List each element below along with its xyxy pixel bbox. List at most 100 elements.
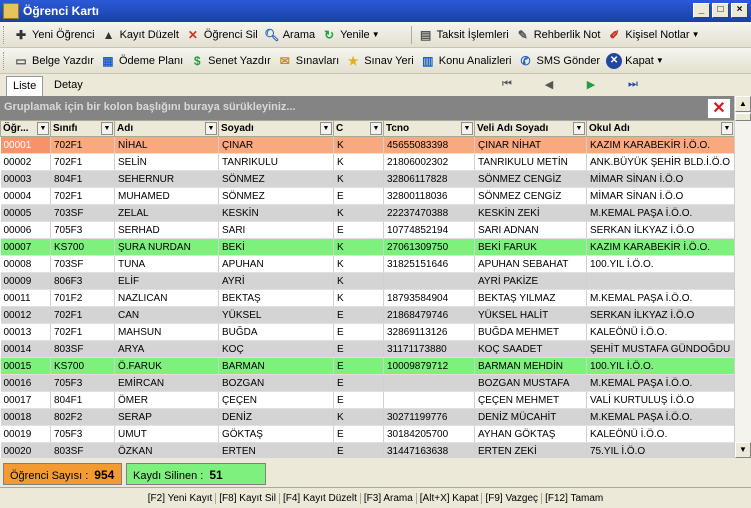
table-cell-veli[interactable]: ÇEÇEN MEHMET bbox=[474, 391, 587, 409]
tab-list[interactable]: Liste bbox=[6, 76, 44, 96]
table-cell-id[interactable]: 00017 bbox=[0, 391, 51, 409]
table-cell-veli[interactable]: SARI ADNAN bbox=[474, 221, 587, 239]
table-cell-sinif[interactable]: 804F1 bbox=[50, 170, 115, 188]
edit-record-button[interactable]: ▲ Kayıt Düzelt bbox=[98, 24, 182, 46]
table-cell-okul[interactable]: KALEÖNÜ İ.Ö.O. bbox=[586, 323, 734, 341]
table-row[interactable]: 00004 702F1 MUHAMED SÖNMEZ E 32800118036 SÖNME… bbox=[0, 187, 734, 205]
installments-button[interactable]: ▤ Taksit İşlemleri bbox=[415, 24, 512, 46]
chevron-down-icon[interactable]: ▼ bbox=[461, 122, 473, 135]
table-cell-sinif[interactable]: 702F1 bbox=[50, 323, 115, 341]
table-cell-sinif[interactable]: 705F3 bbox=[50, 425, 115, 443]
table-cell-id[interactable]: 00011 bbox=[0, 289, 51, 307]
scroll-up-button[interactable]: ▲ bbox=[735, 96, 751, 112]
table-cell-veli[interactable]: SÖNMEZ CENGİZ bbox=[474, 187, 587, 205]
table-cell-tc[interactable]: 30184205700 bbox=[383, 425, 475, 443]
table-cell-ad[interactable]: ZELAL bbox=[114, 204, 219, 222]
table-cell-sinif[interactable]: 803SF bbox=[50, 340, 115, 358]
table-cell-id[interactable]: 00009 bbox=[0, 272, 51, 290]
table-row[interactable]: 00019 705F3 UMUT GÖKTAŞ E 30184205700 AYHAN GÖ… bbox=[0, 425, 734, 443]
col-header-school[interactable]: Okul Adı ▼ bbox=[586, 120, 734, 137]
table-cell-c[interactable]: E bbox=[333, 340, 384, 358]
prev-record-button[interactable]: ◀ bbox=[528, 75, 570, 94]
table-cell-soyad[interactable]: ERTEN bbox=[218, 442, 334, 458]
table-cell-id[interactable]: 00014 bbox=[0, 340, 51, 358]
table-cell-soyad[interactable]: SÖNMEZ bbox=[218, 170, 334, 188]
table-cell-okul[interactable]: VALİ KURTULUŞ İ.Ö.O bbox=[586, 391, 734, 409]
table-cell-tc[interactable]: 21806002302 bbox=[383, 153, 475, 171]
table-cell-id[interactable]: 00016 bbox=[0, 374, 51, 392]
table-cell-id[interactable]: 00001 bbox=[0, 136, 51, 154]
table-cell-veli[interactable]: BUĞDA MEHMET bbox=[474, 323, 587, 341]
table-cell-ad[interactable]: ARYA bbox=[114, 340, 219, 358]
table-cell-ad[interactable]: Ö.FARUK bbox=[114, 357, 219, 375]
table-cell-id[interactable]: 00013 bbox=[0, 323, 51, 341]
table-cell-soyad[interactable]: KESKİN bbox=[218, 204, 334, 222]
next-record-button[interactable]: ▶ bbox=[570, 75, 612, 94]
table-cell-sinif[interactable]: 804F1 bbox=[50, 391, 115, 409]
tab-detail[interactable]: Detay bbox=[48, 76, 89, 96]
table-cell-sinif[interactable]: 705F3 bbox=[50, 374, 115, 392]
exams-button[interactable]: ✉ Sınavları bbox=[274, 50, 342, 72]
table-cell-okul[interactable]: KAZIM KARABEKİR İ.Ö.O. bbox=[586, 136, 734, 154]
table-cell-id[interactable]: 00004 bbox=[0, 187, 51, 205]
col-header-gender[interactable]: C ▼ bbox=[333, 120, 384, 137]
table-cell-soyad[interactable]: SARI bbox=[218, 221, 334, 239]
vertical-scrollbar[interactable]: ▲ ▼ bbox=[734, 96, 751, 458]
chevron-down-icon[interactable]: ▼ bbox=[573, 122, 585, 135]
payment-plan-button[interactable]: ▦ Ödeme Planı bbox=[97, 50, 186, 72]
table-row[interactable]: 00017 804F1 ÖMER ÇEÇEN E ÇEÇEN MEHMET VALİ KUR… bbox=[0, 391, 734, 409]
col-header-tcno[interactable]: Tcno ▼ bbox=[383, 120, 475, 137]
table-cell-ad[interactable]: NAZLICAN bbox=[114, 289, 219, 307]
table-cell-ad[interactable]: MAHSUN bbox=[114, 323, 219, 341]
table-cell-veli[interactable]: BEKTAŞ YILMAZ bbox=[474, 289, 587, 307]
table-row[interactable]: 00009 806F3 ELİF AYRİ K AYRİ PAKİZE bbox=[0, 272, 734, 290]
table-row[interactable]: 00012 702F1 CAN YÜKSEL E 21868479746 YÜKSEL HA… bbox=[0, 306, 734, 324]
table-cell-okul[interactable] bbox=[586, 272, 734, 290]
table-cell-ad[interactable]: TUNA bbox=[114, 255, 219, 273]
table-cell-tc[interactable]: 22237470388 bbox=[383, 204, 475, 222]
chevron-down-icon[interactable]: ▼ bbox=[101, 122, 113, 135]
table-cell-c[interactable]: K bbox=[333, 204, 384, 222]
table-row[interactable]: 00020 803SF ÖZKAN ERTEN E 31447163638 ERTEN ZE… bbox=[0, 442, 734, 458]
table-cell-soyad[interactable]: BARMAN bbox=[218, 357, 334, 375]
table-cell-soyad[interactable]: APUHAN bbox=[218, 255, 334, 273]
table-cell-soyad[interactable]: AYRİ bbox=[218, 272, 334, 290]
last-record-button[interactable]: ⏭ bbox=[612, 75, 654, 94]
table-cell-ad[interactable]: ÖZKAN bbox=[114, 442, 219, 458]
table-cell-sinif[interactable]: KS700 bbox=[50, 357, 115, 375]
table-cell-tc[interactable]: 31825151646 bbox=[383, 255, 475, 273]
table-cell-id[interactable]: 00005 bbox=[0, 204, 51, 222]
table-cell-soyad[interactable]: ÇINAR bbox=[218, 136, 334, 154]
table-cell-ad[interactable]: ŞURA NURDAN bbox=[114, 238, 219, 256]
table-cell-okul[interactable]: M.KEMAL PAŞA İ.Ö.O. bbox=[586, 289, 734, 307]
table-cell-sinif[interactable]: 702F1 bbox=[50, 136, 115, 154]
personal-notes-button[interactable]: ✐ Kişisel Notlar ▼ bbox=[603, 24, 702, 46]
table-cell-okul[interactable]: KAZIM KARABEKİR İ.Ö.O. bbox=[586, 238, 734, 256]
table-cell-sinif[interactable]: 705F3 bbox=[50, 221, 115, 239]
table-cell-veli[interactable]: AYRİ PAKİZE bbox=[474, 272, 587, 290]
maximize-button[interactable]: □ bbox=[712, 3, 729, 18]
table-cell-id[interactable]: 00002 bbox=[0, 153, 51, 171]
chevron-down-icon[interactable]: ▼ bbox=[656, 56, 664, 65]
table-cell-soyad[interactable]: BOZGAN bbox=[218, 374, 334, 392]
table-cell-ad[interactable]: ÖMER bbox=[114, 391, 219, 409]
print-promissory-button[interactable]: $ Senet Yazdır bbox=[186, 50, 274, 72]
table-cell-soyad[interactable]: KOÇ bbox=[218, 340, 334, 358]
table-cell-tc[interactable]: 27061309750 bbox=[383, 238, 475, 256]
table-cell-tc[interactable]: 10774852194 bbox=[383, 221, 475, 239]
table-cell-id[interactable]: 00020 bbox=[0, 442, 51, 458]
table-cell-okul[interactable]: M.KEMAL PAŞA İ.Ö.O. bbox=[586, 408, 734, 426]
minimize-button[interactable]: _ bbox=[693, 3, 710, 18]
chevron-down-icon[interactable]: ▼ bbox=[320, 122, 332, 135]
table-cell-veli[interactable]: TANRIKULU METİN bbox=[474, 153, 587, 171]
table-cell-ad[interactable]: SEHERNUR bbox=[114, 170, 219, 188]
table-cell-veli[interactable]: KOÇ SAADET bbox=[474, 340, 587, 358]
table-cell-c[interactable]: K bbox=[333, 272, 384, 290]
table-cell-c[interactable]: K bbox=[333, 289, 384, 307]
table-cell-veli[interactable]: ÇINAR NİHAT bbox=[474, 136, 587, 154]
table-row[interactable]: 00016 705F3 EMİRCAN BOZGAN E BOZGAN MUSTAFA M.… bbox=[0, 374, 734, 392]
refresh-button[interactable]: ↻ Yenile ▼ bbox=[318, 24, 383, 46]
table-cell-veli[interactable]: BARMAN MEHDİN bbox=[474, 357, 587, 375]
table-cell-soyad[interactable]: ÇEÇEN bbox=[218, 391, 334, 409]
table-cell-tc[interactable]: 32806117828 bbox=[383, 170, 475, 188]
